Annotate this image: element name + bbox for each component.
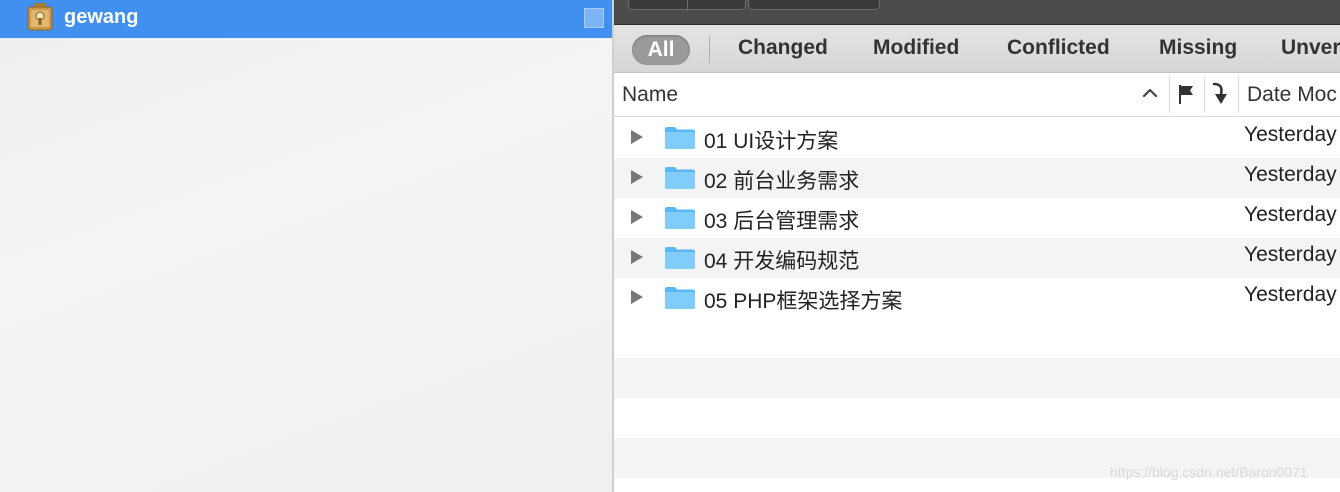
filter-modified[interactable]: Modified (873, 36, 959, 60)
back-forward-control[interactable] (628, 0, 746, 11)
column-divider[interactable] (1204, 77, 1205, 113)
disclosure-triangle-icon[interactable] (630, 209, 644, 225)
folder-icon (665, 287, 695, 309)
file-name: 02 前台业务需求 (704, 170, 860, 193)
watermark: https://blog.csdn.net/Baron0071 (1110, 464, 1308, 480)
toolbar (614, 0, 1340, 25)
disclosure-triangle-icon[interactable] (630, 129, 644, 145)
repository-badge (584, 8, 604, 28)
flag-icon[interactable] (1176, 83, 1196, 105)
filter-bar: All Changed Modified Conflicted Missing … (614, 25, 1340, 73)
empty-row (614, 358, 1340, 398)
filter-missing[interactable]: Missing (1159, 36, 1237, 60)
filter-separator (709, 35, 710, 63)
repository-icon (27, 3, 53, 31)
filter-unversioned[interactable]: Unver (1281, 36, 1340, 60)
empty-row (614, 318, 1340, 358)
empty-row (614, 398, 1340, 438)
filter-conflicted[interactable]: Conflicted (1007, 36, 1110, 60)
filter-all[interactable]: All (632, 35, 690, 65)
file-date: Yesterday (1244, 163, 1337, 186)
file-date: Yesterday (1244, 203, 1337, 226)
folder-icon (665, 247, 695, 269)
repository-item[interactable]: gewang (0, 0, 612, 38)
filter-changed[interactable]: Changed (738, 36, 828, 60)
repository-name: gewang (64, 6, 139, 28)
column-header: Name Date Moc (614, 73, 1340, 117)
file-name: 05 PHP框架选择方案 (704, 290, 903, 313)
file-date: Yesterday (1244, 283, 1337, 306)
file-name: 03 后台管理需求 (704, 210, 860, 233)
nav-divider (687, 0, 688, 11)
column-date-modified[interactable]: Date Moc (1247, 83, 1337, 107)
list-item[interactable]: 02 前台业务需求 Yesterday (614, 158, 1340, 198)
disclosure-triangle-icon[interactable] (630, 249, 644, 265)
column-name[interactable]: Name (622, 83, 678, 107)
column-divider[interactable] (1238, 77, 1239, 113)
list-item[interactable]: 03 后台管理需求 Yesterday (614, 198, 1340, 238)
disclosure-triangle-icon[interactable] (630, 289, 644, 305)
list-item[interactable]: 01 UI设计方案 Yesterday (614, 118, 1340, 158)
folder-icon (665, 207, 695, 229)
list-item[interactable]: 04 开发编码规范 Yesterday (614, 238, 1340, 278)
incoming-arrow-icon[interactable] (1210, 81, 1230, 107)
path-control[interactable] (748, 0, 880, 10)
folder-icon (665, 127, 695, 149)
folder-icon (665, 167, 695, 189)
file-name: 01 UI设计方案 (704, 130, 839, 153)
list-item[interactable]: 05 PHP框架选择方案 Yesterday (614, 278, 1340, 318)
sort-ascending-icon[interactable] (1140, 83, 1160, 103)
file-list: 01 UI设计方案 Yesterday 02 前台业务需求 Yesterday … (614, 118, 1340, 492)
column-divider[interactable] (1169, 77, 1170, 113)
file-name: 04 开发编码规范 (704, 250, 860, 273)
sidebar: gewang (0, 0, 612, 492)
file-date: Yesterday (1244, 123, 1337, 146)
file-date: Yesterday (1244, 243, 1337, 266)
disclosure-triangle-icon[interactable] (630, 169, 644, 185)
